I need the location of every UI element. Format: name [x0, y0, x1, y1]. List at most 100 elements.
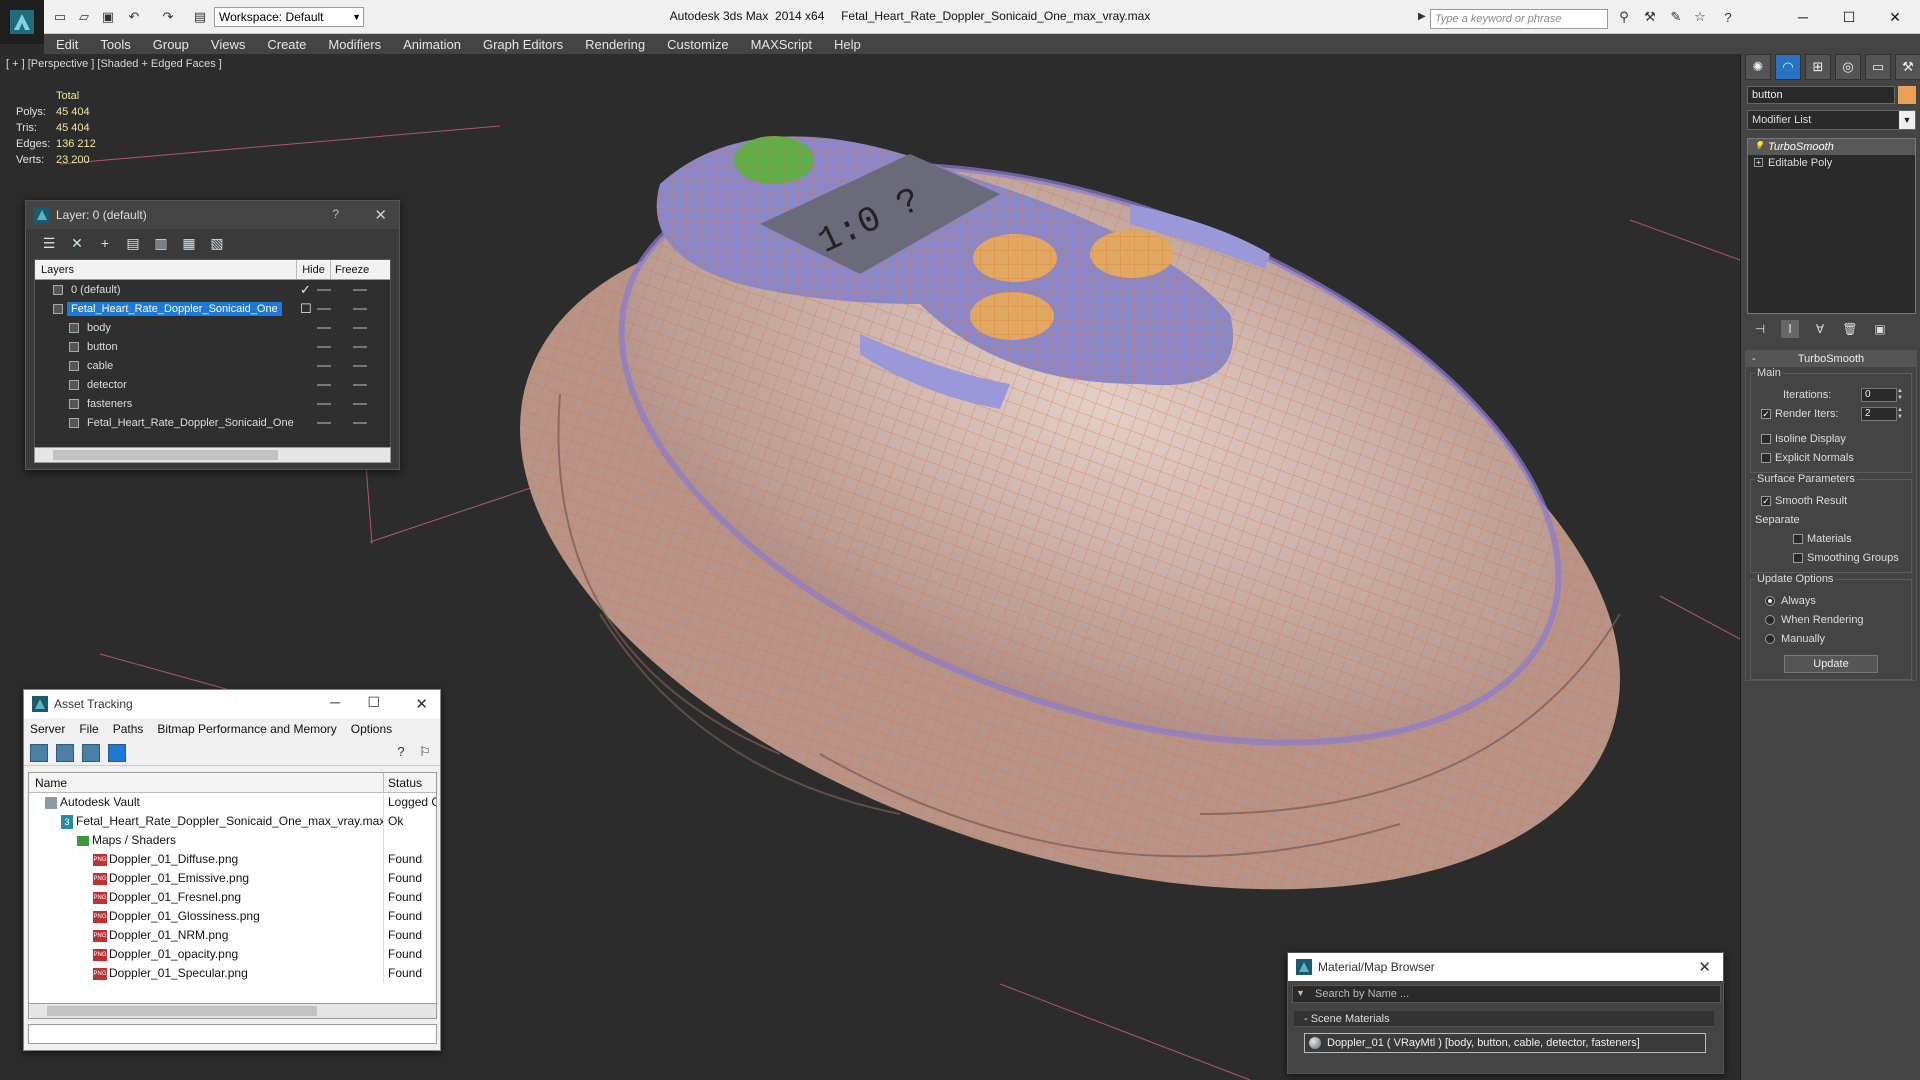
- pin-stack-icon[interactable]: ⊣: [1751, 320, 1769, 338]
- menu-edit[interactable]: Edit: [56, 37, 78, 52]
- asset-horizontal-scrollbar[interactable]: [28, 1003, 437, 1019]
- minimize-button[interactable]: ─: [1780, 4, 1826, 30]
- freeze-toggle[interactable]: [353, 327, 367, 329]
- smooth-result-checkbox[interactable]: ✓: [1761, 496, 1771, 506]
- asset-row[interactable]: PNG Doppler_01_Specular.png Found: [29, 964, 436, 983]
- menu-help[interactable]: Help: [834, 37, 861, 52]
- layer-row[interactable]: fasteners: [35, 394, 390, 413]
- hide-toggle[interactable]: [317, 365, 331, 367]
- col-hide[interactable]: Hide: [297, 260, 331, 279]
- save-icon[interactable]: ▣: [98, 8, 118, 26]
- expand-icon[interactable]: +: [1754, 158, 1763, 167]
- modify-tab-icon[interactable]: ◠: [1775, 54, 1801, 80]
- menu-create[interactable]: Create: [267, 37, 306, 52]
- display-tab-icon[interactable]: ▭: [1865, 54, 1891, 80]
- search-options-icon[interactable]: ▼: [1296, 988, 1305, 998]
- close-button[interactable]: ✕: [1872, 4, 1918, 30]
- app-menu-button[interactable]: [0, 0, 44, 44]
- close-icon[interactable]: ✕: [415, 695, 428, 713]
- menu-tools[interactable]: Tools: [100, 37, 130, 52]
- hide-toggle[interactable]: [317, 308, 331, 310]
- stack-item-editable-poly[interactable]: + Editable Poly: [1748, 155, 1915, 171]
- update-button[interactable]: Update: [1784, 655, 1878, 673]
- asset-row[interactable]: PNG Doppler_01_NRM.png Found: [29, 926, 436, 945]
- layer-row[interactable]: Fetal_Heart_Rate_Doppler_Sonicaid_One: [35, 413, 390, 432]
- stack-item-turbosmooth[interactable]: 💡 TurboSmooth: [1748, 139, 1915, 155]
- maximize-button[interactable]: ☐: [1826, 4, 1872, 30]
- render-iters-checkbox[interactable]: ✓: [1761, 409, 1771, 419]
- subscription-icon[interactable]: ⚒: [1640, 8, 1660, 26]
- asset-row[interactable]: 3 Fetal_Heart_Rate_Doppler_Sonicaid_One_m…: [29, 812, 436, 831]
- table-view-icon[interactable]: [108, 743, 126, 762]
- new-file-icon[interactable]: ▭: [50, 8, 70, 26]
- create-tab-icon[interactable]: ✺: [1745, 54, 1771, 80]
- hide-toggle[interactable]: [317, 289, 331, 291]
- freeze-toggle[interactable]: [353, 403, 367, 405]
- freeze-toggle[interactable]: [353, 308, 367, 310]
- col-layers[interactable]: Layers: [35, 260, 297, 279]
- asset-row[interactable]: PNG Doppler_01_Glossiness.png Found: [29, 907, 436, 926]
- freeze-toggle[interactable]: [353, 384, 367, 386]
- freeze-toggle[interactable]: [353, 346, 367, 348]
- asset-menu-paths[interactable]: Paths: [113, 722, 144, 736]
- always-radio[interactable]: [1765, 596, 1775, 606]
- isoline-checkbox[interactable]: [1761, 434, 1771, 444]
- layer-row[interactable]: Fetal_Heart_Rate_Doppler_Sonicaid_One ☐: [35, 299, 390, 318]
- close-icon[interactable]: ✕: [1698, 958, 1711, 976]
- menu-views[interactable]: Views: [211, 37, 245, 52]
- select-objects-icon[interactable]: ▤: [124, 234, 142, 252]
- close-icon[interactable]: ✕: [374, 206, 387, 224]
- freeze-toggle[interactable]: [353, 289, 367, 291]
- scene-materials-section[interactable]: - Scene Materials: [1294, 1011, 1714, 1027]
- context-help-icon[interactable]: ⚐: [416, 744, 434, 762]
- configure-sets-icon[interactable]: ▣: [1871, 320, 1889, 338]
- freeze-all-icon[interactable]: ▧: [208, 234, 226, 252]
- freeze-toggle[interactable]: [353, 365, 367, 367]
- minimize-icon[interactable]: ─: [330, 694, 340, 710]
- hide-toggle[interactable]: [317, 403, 331, 405]
- col-name[interactable]: Name: [29, 773, 384, 792]
- hide-toggle[interactable]: [317, 346, 331, 348]
- layer-horizontal-scrollbar[interactable]: [34, 447, 391, 463]
- layer-row[interactable]: 0 (default) ✓: [35, 280, 390, 299]
- material-search-input[interactable]: Search by Name ...: [1292, 985, 1721, 1003]
- freeze-toggle[interactable]: [353, 422, 367, 424]
- project-folder-icon[interactable]: ▤: [190, 8, 210, 26]
- show-end-result-icon[interactable]: Ⅰ: [1781, 320, 1799, 338]
- undo-icon[interactable]: ↶: [124, 8, 144, 26]
- layer-row[interactable]: detector: [35, 375, 390, 394]
- utilities-tab-icon[interactable]: ⚒: [1895, 54, 1920, 80]
- favorites-star-icon[interactable]: ☆: [1690, 8, 1710, 26]
- current-layer-check-icon[interactable]: ✓: [300, 282, 311, 298]
- menu-graph-editors[interactable]: Graph Editors: [483, 37, 563, 52]
- smoothing-groups-checkbox[interactable]: [1793, 553, 1803, 563]
- help-icon[interactable]: ?: [1718, 8, 1738, 26]
- workspace-dropdown[interactable]: Workspace: Default ▼: [214, 7, 364, 27]
- object-name-input[interactable]: button: [1747, 86, 1895, 104]
- layer-row[interactable]: body: [35, 318, 390, 337]
- help-search-input[interactable]: Type a keyword or phrase: [1430, 9, 1608, 29]
- hide-toggle[interactable]: [317, 422, 331, 424]
- explicit-normals-checkbox[interactable]: [1761, 453, 1771, 463]
- asset-row[interactable]: Maps / Shaders: [29, 831, 436, 850]
- remove-modifier-icon[interactable]: 🗑: [1841, 320, 1859, 338]
- asset-menu-file[interactable]: File: [79, 722, 98, 736]
- highlight-layer-icon[interactable]: ▥: [152, 234, 170, 252]
- layer-panel-titlebar[interactable]: Layer: 0 (default) ? ✕: [26, 201, 399, 229]
- help-icon[interactable]: ?: [332, 207, 339, 221]
- maximize-icon[interactable]: ☐: [367, 694, 380, 711]
- asset-row[interactable]: PNG Doppler_01_Diffuse.png Found: [29, 850, 436, 869]
- open-file-icon[interactable]: ▱: [74, 8, 94, 26]
- asset-row[interactable]: Autodesk Vault Logged C: [29, 793, 436, 812]
- refresh-icon[interactable]: [30, 743, 48, 762]
- menu-modifiers[interactable]: Modifiers: [328, 37, 381, 52]
- menu-maxscript[interactable]: MAXScript: [751, 37, 812, 52]
- asset-row[interactable]: PNG Doppler_01_opacity.png Found: [29, 945, 436, 964]
- help-icon[interactable]: ?: [392, 744, 410, 762]
- layer-row[interactable]: cable: [35, 356, 390, 375]
- rollout-header[interactable]: - TurboSmooth: [1746, 351, 1916, 367]
- asset-row[interactable]: PNG Doppler_01_Emissive.png Found: [29, 869, 436, 888]
- hide-all-icon[interactable]: ▦: [180, 234, 198, 252]
- motion-tab-icon[interactable]: ◎: [1835, 54, 1861, 80]
- hide-toggle[interactable]: [317, 327, 331, 329]
